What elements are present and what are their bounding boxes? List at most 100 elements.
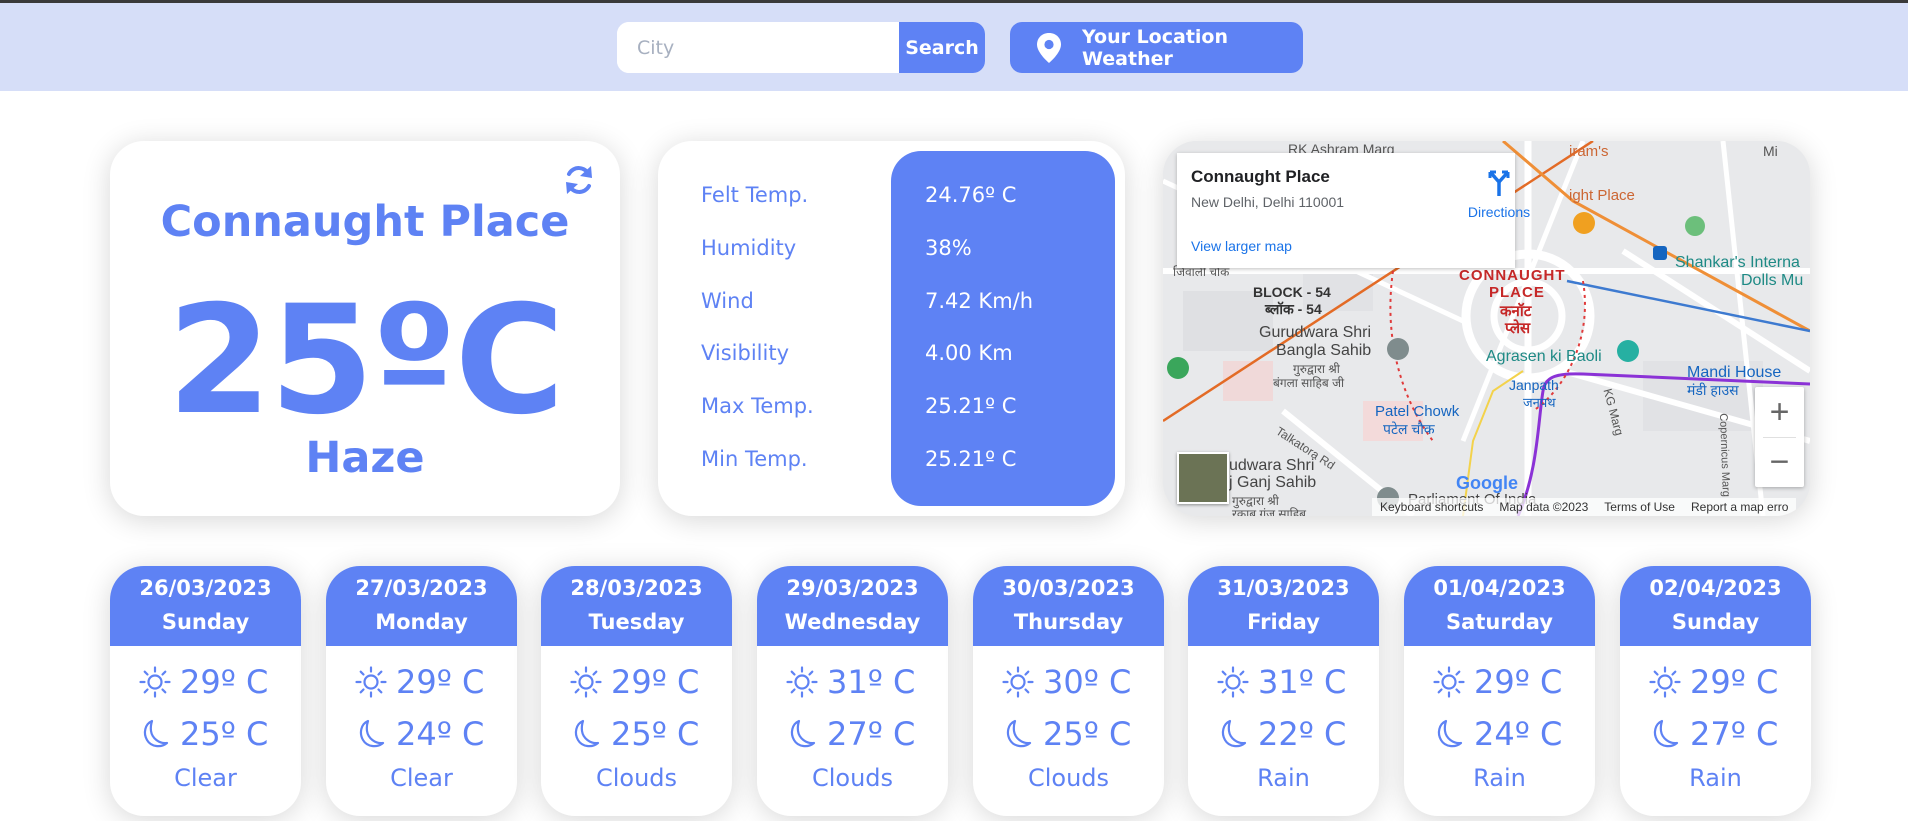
map-label: Bangla Sahib	[1276, 342, 1372, 359]
forecast-weekday: Wednesday	[784, 610, 921, 634]
sun-icon	[1648, 665, 1682, 699]
map-label: Dolls Mu	[1741, 272, 1804, 289]
forecast-card-header: 26/03/2023 Sunday	[110, 566, 301, 646]
map-label: ब्लॉक - 54	[1265, 301, 1322, 317]
report-error-link[interactable]: Report a map erro	[1683, 498, 1796, 516]
refresh-icon[interactable]	[562, 163, 596, 197]
sun-icon	[354, 665, 388, 699]
forecast-low-temp: 24º C	[1474, 715, 1563, 753]
sun-icon	[1001, 665, 1035, 699]
place-address: New Delhi, Delhi 110001	[1191, 194, 1345, 210]
forecast-weekday: Friday	[1247, 610, 1320, 634]
forecast-low-temp: 25º C	[611, 715, 700, 753]
forecast-high-temp: 31º C	[827, 663, 916, 701]
forecast-high-temp: 29º C	[180, 663, 269, 701]
map-label: रकाब गंज साहिब	[1232, 507, 1306, 516]
forecast-high-temp: 31º C	[1258, 663, 1347, 701]
forecast-card: 28/03/2023 Tuesday 29º C 25º C Clouds	[541, 566, 732, 816]
forecast-night-row: 24º C	[1432, 714, 1582, 754]
directions-icon	[1488, 170, 1510, 196]
view-larger-map-link[interactable]: View larger map	[1191, 238, 1292, 254]
map-label: j Ganj Sahib	[1229, 474, 1317, 491]
forecast-high-temp: 30º C	[1043, 663, 1132, 701]
detail-value: 25.21º C	[925, 394, 1017, 418]
forecast-weekday: Monday	[375, 610, 468, 634]
directions-button[interactable]: Directions	[1459, 168, 1539, 228]
forecast-card-header: 28/03/2023 Tuesday	[541, 566, 732, 646]
place-info-card: Connaught Place New Delhi, Delhi 110001 …	[1177, 153, 1530, 268]
forecast-day-row: 29º C	[138, 662, 288, 702]
forecast-date: 28/03/2023	[570, 576, 703, 600]
map-label: Janpath	[1509, 377, 1559, 393]
header-bar: Search Your Location Weather	[0, 3, 1908, 91]
forecast-day-row: 31º C	[785, 662, 935, 702]
forecast-condition: Clear	[174, 764, 237, 792]
keyboard-shortcuts-link[interactable]: Keyboard shortcuts	[1372, 498, 1491, 516]
forecast-date: 30/03/2023	[1002, 576, 1135, 600]
forecast-night-row: 25º C	[1001, 714, 1151, 754]
detail-value: 4.00 Km	[925, 341, 1013, 365]
satellite-view-toggle[interactable]	[1177, 452, 1229, 504]
forecast-low-temp: 27º C	[1690, 715, 1779, 753]
terms-link[interactable]: Terms of Use	[1596, 498, 1683, 516]
map-label: प्लेस	[1505, 320, 1531, 337]
detail-row-min-temp: Min Temp. 25.21º C	[658, 441, 1125, 481]
detail-label: Max Temp.	[701, 394, 814, 418]
map-data-text: Map data ©2023	[1499, 500, 1589, 514]
forecast-night-row: 27º C	[785, 714, 935, 754]
forecast-condition: Rain	[1473, 764, 1526, 792]
map-label: जनपथ	[1523, 395, 1556, 410]
map-attribution-bar: Keyboard shortcuts Map data ©2023 Terms …	[1372, 498, 1797, 516]
map-label: मंडी हाउस	[1687, 382, 1739, 398]
forecast-low-temp: 22º C	[1258, 715, 1347, 753]
moon-icon	[1432, 717, 1466, 751]
sun-icon	[1432, 665, 1466, 699]
forecast-condition: Rain	[1689, 764, 1742, 792]
map-label: Patel Chowk	[1375, 403, 1460, 420]
map-label: बंगला साहिब जी	[1273, 376, 1345, 390]
zoom-out-button[interactable]: −	[1755, 437, 1804, 487]
forecast-day-row: 30º C	[1001, 662, 1151, 702]
forecast-night-row: 27º C	[1648, 714, 1798, 754]
forecast-day-row: 29º C	[569, 662, 719, 702]
detail-label: Min Temp.	[701, 447, 808, 471]
detail-value: 7.42 Km/h	[925, 289, 1034, 313]
map-label: Gurudwara Shri	[1259, 324, 1372, 341]
map-label: udwara Shri	[1229, 457, 1315, 474]
forecast-date: 27/03/2023	[355, 576, 488, 600]
detail-label: Wind	[701, 289, 754, 313]
search-button[interactable]: Search	[899, 22, 985, 73]
forecast-date: 26/03/2023	[139, 576, 272, 600]
forecast-weekday: Sunday	[161, 610, 250, 634]
forecast-card-header: 30/03/2023 Thursday	[973, 566, 1164, 646]
detail-label: Visibility	[701, 341, 790, 365]
detail-label: Humidity	[701, 236, 797, 260]
forecast-low-temp: 27º C	[827, 715, 916, 753]
search-form: Search	[617, 22, 985, 73]
forecast-card: 31/03/2023 Friday 31º C 22º C Rain	[1188, 566, 1379, 816]
detail-value: 24.76º C	[925, 183, 1017, 207]
map-pin-icon	[1034, 32, 1064, 64]
city-search-input[interactable]	[617, 22, 899, 73]
map-label: CONNAUGHT	[1459, 267, 1566, 284]
forecast-card: 30/03/2023 Thursday 30º C 25º C Clouds	[973, 566, 1164, 816]
location-map[interactable]: RK Ashram Marg iram's ight Place Mi CONN…	[1163, 141, 1810, 516]
forecast-weekday: Sunday	[1671, 610, 1760, 634]
location-weather-button[interactable]: Your Location Weather	[1010, 22, 1303, 73]
moon-icon	[785, 717, 819, 751]
moon-icon	[569, 717, 603, 751]
forecast-low-temp: 25º C	[180, 715, 269, 753]
map-label: Mi	[1763, 143, 1778, 159]
map-label: ight Place	[1569, 187, 1635, 204]
detail-value: 25.21º C	[925, 447, 1017, 471]
zoom-in-button[interactable]: +	[1755, 387, 1804, 437]
detail-row-max-temp: Max Temp. 25.21º C	[658, 388, 1125, 428]
forecast-card-header: 02/04/2023 Sunday	[1620, 566, 1811, 646]
forecast-high-temp: 29º C	[396, 663, 485, 701]
directions-label: Directions	[1467, 204, 1531, 220]
forecast-day-row: 29º C	[1648, 662, 1798, 702]
detail-row-wind: Wind 7.42 Km/h	[658, 283, 1125, 323]
forecast-day-row: 29º C	[354, 662, 504, 702]
forecast-card: 02/04/2023 Sunday 29º C 27º C Rain	[1620, 566, 1811, 816]
forecast-night-row: 24º C	[354, 714, 504, 754]
